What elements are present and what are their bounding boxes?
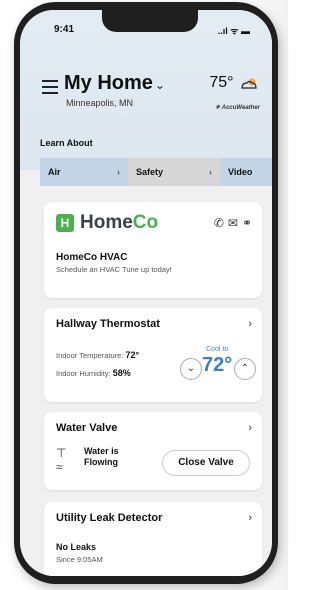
weather-widget[interactable]: 75° <box>209 74 258 92</box>
chevron-right-icon[interactable]: › <box>248 422 252 434</box>
tab-safety[interactable]: Safety › <box>128 158 220 186</box>
temperature-value: 75° <box>209 74 234 91</box>
tab-video[interactable]: Video <box>220 158 272 186</box>
brand-card-description: Schedule an HVAC Tune up today! <box>56 265 172 274</box>
header-area: 9:41 ..ıl ᯤ ▬ My Home ⌄ Minneapolis, MN 7… <box>20 10 272 170</box>
tab-label: Safety <box>136 167 164 177</box>
weather-brand: ☀ AccuWeather <box>214 105 260 111</box>
brand-card-title: HomeCo HVAC <box>56 252 128 263</box>
indoor-temperature: Indoor Temperature: 72° <box>56 350 140 360</box>
cool-to-label: Cool to <box>206 346 229 353</box>
page-title: My Home <box>64 72 153 94</box>
home-selector[interactable]: My Home ⌄ <box>64 72 165 95</box>
water-valve-card[interactable]: Water Valve › ⊤ ≈ Water is Flowing Close … <box>44 412 262 490</box>
valve-status: Water is Flowing <box>84 446 119 467</box>
leak-status: No Leaks <box>56 542 97 552</box>
thermostat-card[interactable]: Hallway Thermostat › Indoor Temperature:… <box>44 308 262 402</box>
brand-name: HomeCo <box>80 212 159 233</box>
phone-notch <box>102 10 198 32</box>
chevron-down-icon: ⌄ <box>154 78 165 92</box>
leak-detector-title: Utility Leak Detector <box>56 512 163 524</box>
thermostat-title: Hallway Thermostat <box>56 318 160 330</box>
close-valve-button[interactable]: Close Valve <box>162 450 250 476</box>
status-time: 9:41 <box>54 24 75 35</box>
chevron-right-icon: › <box>209 167 212 177</box>
homeco-card[interactable]: H HomeCo ✆ ✉ ⚭ HomeCo HVAC Schedule an HVA… <box>44 202 262 298</box>
status-icons: ..ıl ᯤ ▬ <box>217 26 250 36</box>
homeco-logo: H <box>56 214 74 232</box>
setpoint-value: 72° <box>202 354 233 376</box>
increase-temp-button[interactable]: ⌃ <box>234 358 256 380</box>
leak-detector-card[interactable]: Utility Leak Detector › No Leaks Since 9… <box>44 502 262 576</box>
learn-heading: Learn About <box>40 138 93 148</box>
indoor-humidity: Indoor Humidity: 58% <box>56 368 131 378</box>
app-screen: 9:41 ..ıl ᯤ ▬ My Home ⌄ Minneapolis, MN 7… <box>20 10 272 576</box>
leak-since: Since 9:05AM <box>56 555 103 564</box>
phone-icon[interactable]: ✆ <box>214 216 224 230</box>
tab-air[interactable]: Air › <box>40 158 128 186</box>
brand-actions: ✆ ✉ ⚭ <box>210 216 252 230</box>
water-valve-title: Water Valve <box>56 422 118 434</box>
chevron-right-icon: › <box>117 167 120 177</box>
decrease-temp-button[interactable]: ⌄ <box>180 358 202 380</box>
chevron-right-icon[interactable]: › <box>248 318 252 330</box>
chevron-right-icon[interactable]: › <box>248 512 252 524</box>
tab-label: Video <box>228 167 253 177</box>
link-icon[interactable]: ⚭ <box>242 216 252 230</box>
location-label: Minneapolis, MN <box>66 98 134 108</box>
water-flow-icon: ⊤ ≈ <box>56 446 67 474</box>
partly-cloudy-icon <box>241 78 257 89</box>
learn-tabs: Air › Safety › Video <box>40 158 272 186</box>
mail-icon[interactable]: ✉ <box>228 216 238 230</box>
menu-icon[interactable] <box>42 80 58 98</box>
tab-label: Air <box>48 167 61 177</box>
